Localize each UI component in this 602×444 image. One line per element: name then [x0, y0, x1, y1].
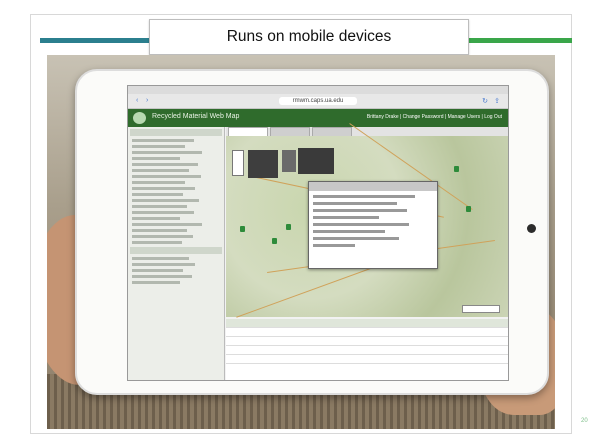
browser-url: rmwm.caps.ua.edu: [278, 97, 358, 105]
layer-thumbnail[interactable]: [282, 150, 296, 172]
table-row[interactable]: [226, 328, 508, 337]
results-table: [226, 319, 508, 380]
map-legend: [298, 148, 334, 174]
left-accent-bar: [40, 38, 155, 43]
zoom-control[interactable]: [232, 150, 244, 176]
producer-popup: [308, 181, 438, 269]
status-bar: [128, 86, 508, 94]
slide: Runs on mobile devices ‹ › rmwm.caps.ua.…: [0, 0, 602, 444]
recycle-logo-icon: [133, 112, 146, 124]
search-options: [132, 139, 220, 244]
app-title: Recycled Material Web Map: [152, 113, 240, 120]
search-panel: [128, 127, 225, 380]
browser-url-bar: ‹ › rmwm.caps.ua.edu ↻ ⇪: [128, 94, 508, 109]
slide-title: Runs on mobile devices: [226, 28, 392, 45]
user-links: Brittany Drake | Change Password | Manag…: [366, 114, 502, 120]
tablet-photo: ‹ › rmwm.caps.ua.edu ↻ ⇪ Recycled Materi…: [47, 55, 555, 429]
map-marker[interactable]: [272, 238, 277, 244]
map-scale: [462, 305, 500, 313]
back-icon: ‹: [136, 97, 139, 104]
page-number: 20: [581, 418, 588, 424]
share-icon: ⇪: [494, 98, 500, 105]
table-row[interactable]: [226, 346, 508, 355]
ipad-screen: ‹ › rmwm.caps.ua.edu ↻ ⇪ Recycled Materi…: [127, 85, 509, 381]
map-marker[interactable]: [466, 206, 471, 212]
table-row[interactable]: [226, 337, 508, 346]
slide-title-box: Runs on mobile devices: [149, 19, 469, 55]
forward-icon: ›: [146, 97, 149, 104]
search-panel-header: [130, 129, 222, 136]
search-results-header: [130, 247, 222, 254]
map-area: [226, 123, 508, 318]
map-marker[interactable]: [454, 166, 459, 172]
popup-header: [309, 182, 437, 191]
table-header: [226, 319, 508, 328]
search-results: [132, 257, 220, 284]
app-main: [128, 123, 508, 380]
table-row[interactable]: [226, 355, 508, 364]
satellite-thumbnail[interactable]: [248, 150, 278, 178]
app-header: Recycled Material Web Map Brittany Drake…: [128, 109, 508, 127]
home-button: [527, 224, 536, 233]
map-marker[interactable]: [240, 226, 245, 232]
map-marker[interactable]: [286, 224, 291, 230]
right-accent-bar: [462, 38, 572, 43]
map-canvas[interactable]: [226, 123, 508, 318]
ipad-device: ‹ › rmwm.caps.ua.edu ↻ ⇪ Recycled Materi…: [75, 69, 549, 395]
reload-icon: ↻: [482, 98, 488, 105]
